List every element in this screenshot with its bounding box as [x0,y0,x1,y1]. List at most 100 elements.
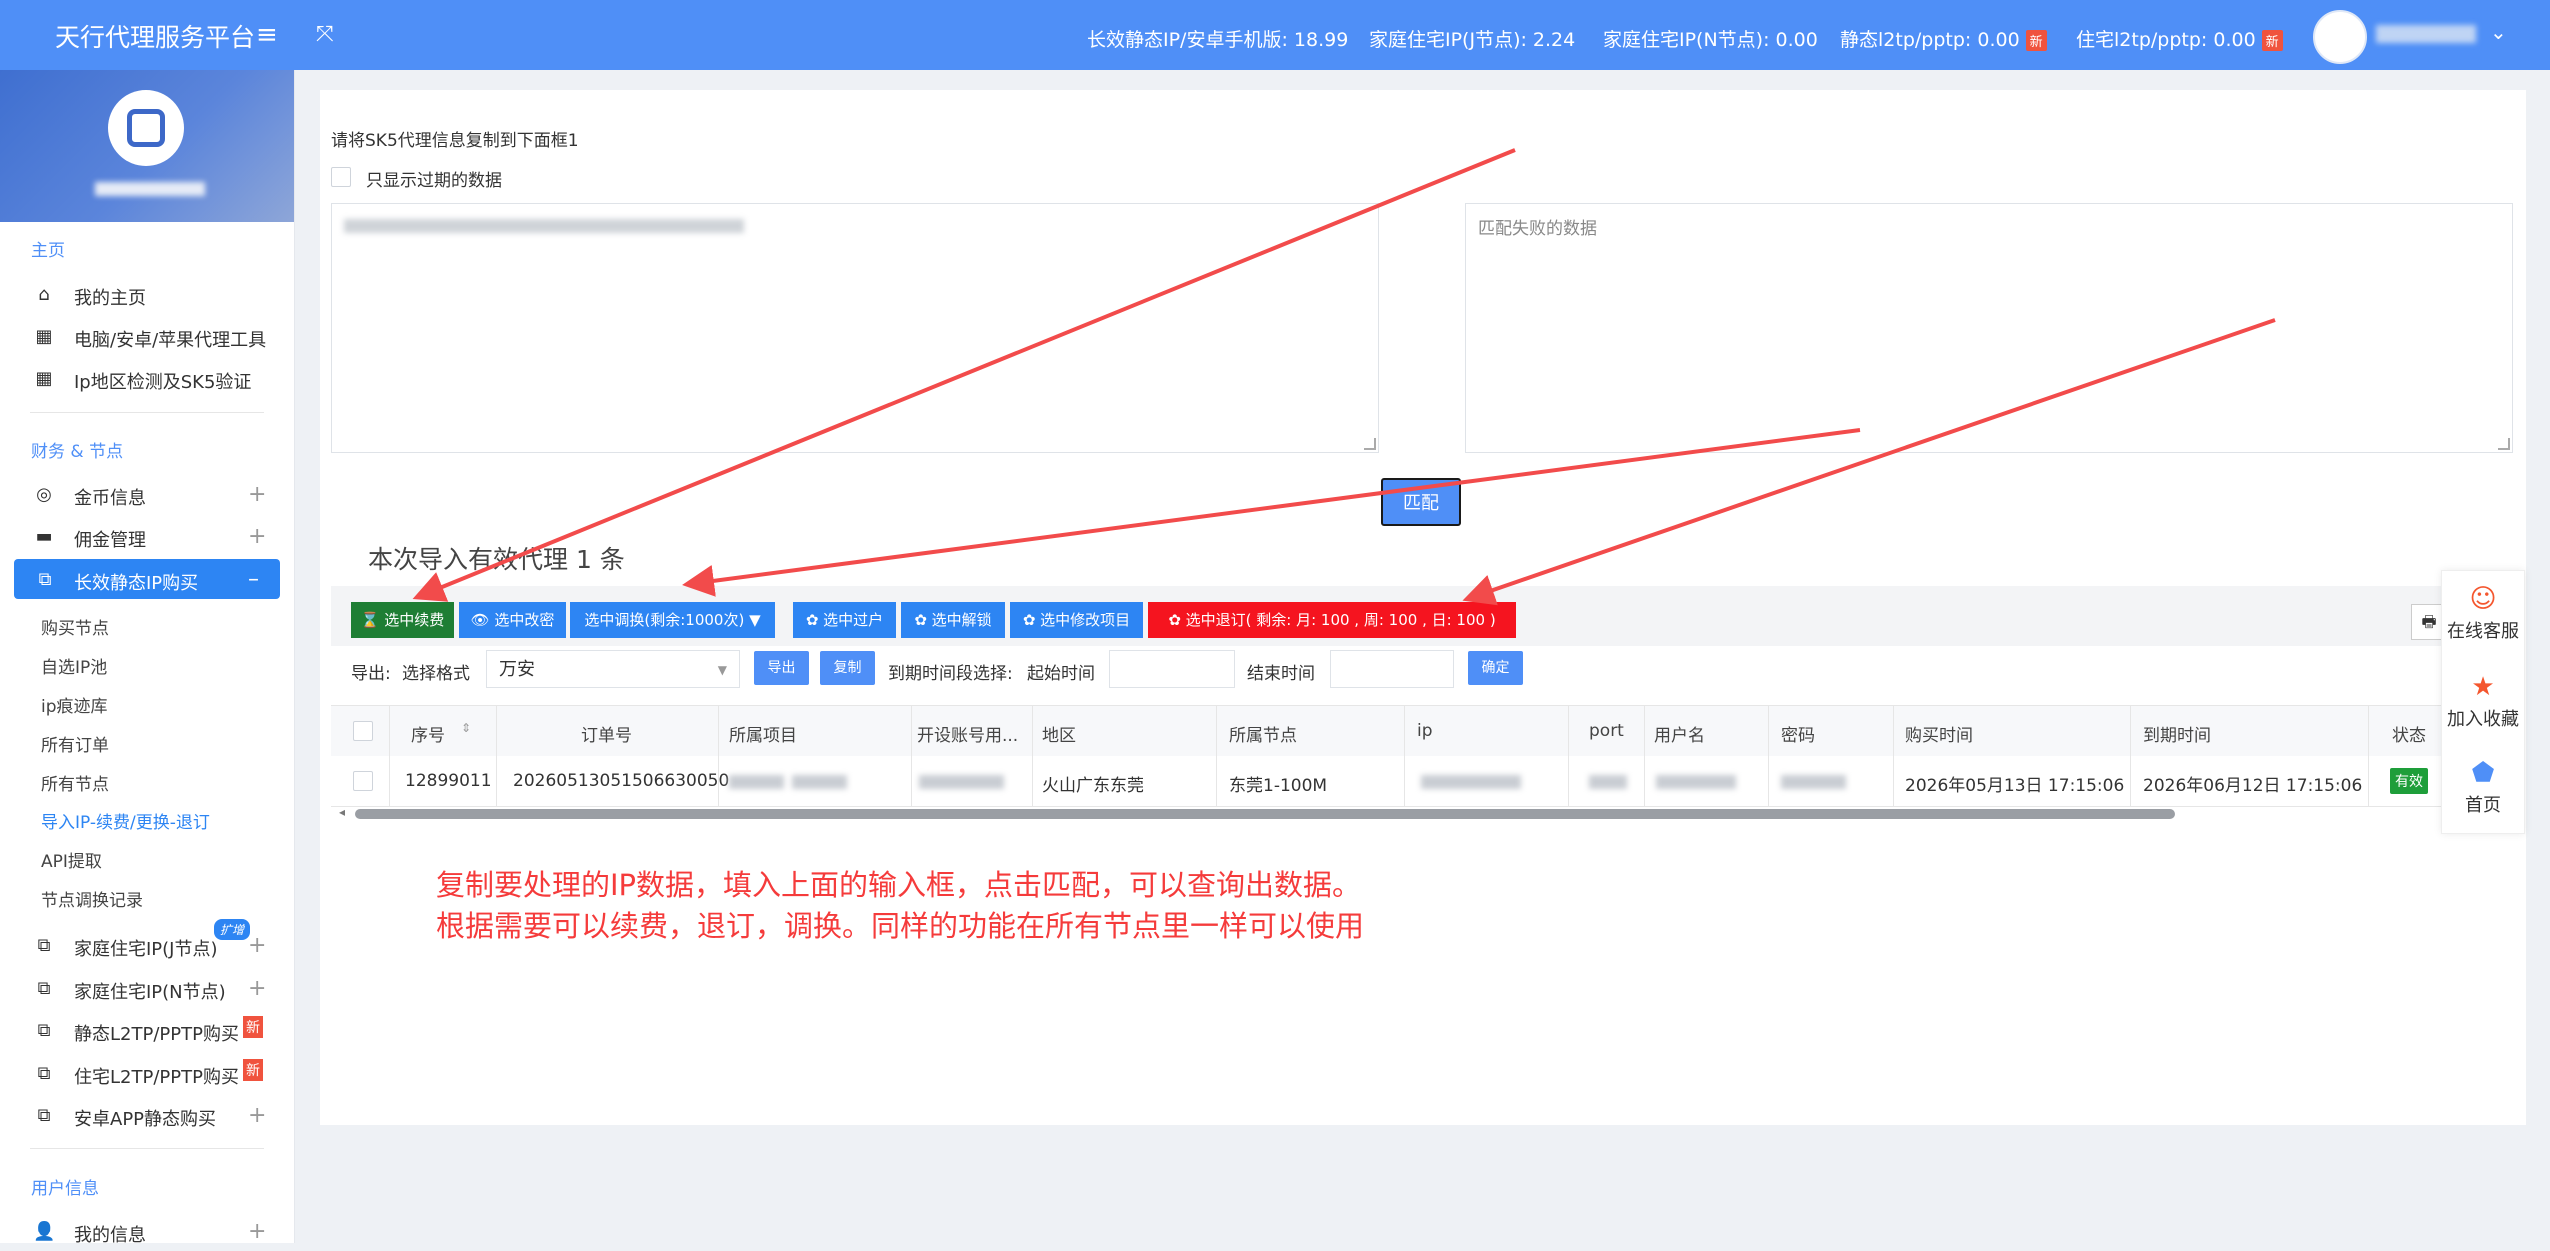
sidebar-sub-nodes[interactable]: 所有节点 [41,770,109,795]
unlock-button[interactable]: ✿ 选中解锁 [901,602,1005,638]
annotation-line-2: 根据需要可以续费，退订，调换。同样的功能在所有节点里一样可以使用 [436,909,1365,943]
copy-button[interactable]: 复制 [820,651,875,685]
cell-id: 12899011 [405,771,492,791]
cell-account [919,775,1004,789]
sidebar-item-ip-check[interactable]: ▦ Ip地区检测及SK5验证 [0,358,294,398]
online-support-button[interactable]: ☺ 在线客服 [2442,585,2524,643]
sidebar-item-coins[interactable]: ◎ 金币信息 + [0,474,294,514]
support-icon: ☺ [2469,584,2497,614]
col-order: 订单号 [581,726,632,746]
section-finance: 财务 & 节点 [31,442,124,462]
expand-icon[interactable]: + [248,1219,266,1244]
match-button[interactable]: 匹配 [1381,478,1461,526]
add-favorite-button[interactable]: ★ 加入收藏 [2442,673,2524,731]
cell-node: 东莞1-100M [1229,776,1328,796]
sidebar-item-home-l2tp[interactable]: ⧉ 住宅L2TP/PPTP购买 新 [0,1053,294,1093]
sidebar-sub-import-ip[interactable]: 导入IP-续费/更换-退订 [41,808,210,833]
sort-icon[interactable]: ⇕ [461,721,471,735]
input-content [344,219,744,233]
sidebar-item-static-ip[interactable]: ⧉ 长效静态IP购买 – [14,559,280,599]
grid-icon: ▦ [35,326,53,347]
horizontal-scrollbar[interactable]: ◂ [339,805,2509,820]
sidebar-item-home-j[interactable]: ⧉ 家庭住宅IP(J节点) 扩增 + [0,919,294,965]
section-home: 主页 [31,241,65,261]
chevron-down-icon[interactable]: ⌄ [2490,20,2507,44]
expand-icon[interactable]: + [248,933,266,958]
end-time-input[interactable] [1330,650,1454,688]
sidebar-sub-api[interactable]: API提取 [41,847,102,872]
resize-handle[interactable] [1364,438,1376,450]
cell-buy-time: 2026年05月13日 17:15:06 [1905,776,2125,796]
export-button[interactable]: 导出 [754,651,809,685]
valid-count-title: 本次导入有效代理 1 条 [368,545,625,574]
sidebar-sub-buy-node[interactable]: 购买节点 [41,614,109,639]
floating-panel: ☺ 在线客服 ★ 加入收藏 ⬟ 首页 [2441,570,2525,834]
change-password-button[interactable]: 👁 选中改密 [459,602,566,638]
sk5-input[interactable] [331,203,1379,453]
card-icon: ▬ [35,526,53,547]
expand-icon[interactable]: + [248,1103,266,1128]
refund-button[interactable]: ✿ 选中退订( 剩余: 月: 100 , 周: 100 , 日: 100 ) [1148,602,1516,638]
sidebar-sub-swap-log[interactable]: 节点调换记录 [41,886,143,911]
homepage-button[interactable]: ⬟ 首页 [2442,759,2524,817]
renew-button[interactable]: ⌛ 选中续费 [351,602,454,638]
fullscreen-icon[interactable]: ⤧ [316,22,334,47]
col-account: 开设账号用... [917,726,1019,746]
export-label: 导出: [351,664,391,684]
top-bar: 天行代理服务平台 ≡ ⤧ 长效静态IP/安卓手机版: 18.99 家庭住宅IP(… [0,0,2550,70]
col-password: 密码 [1781,726,1815,746]
collapse-icon[interactable]: – [248,567,259,592]
sidebar-item-tools[interactable]: ▦ 电脑/安卓/苹果代理工具 [0,316,294,356]
sidebar: 主页 ⌂ 我的主页 ▦ 电脑/安卓/苹果代理工具 ▦ Ip地区检测及SK5验证 … [0,70,295,1246]
expand-icon[interactable]: + [248,976,266,1001]
format-select[interactable]: 万安 ▼ [486,650,740,688]
transfer-button[interactable]: ✿ 选中过户 [793,602,896,638]
col-status: 状态 [2392,726,2426,746]
nodes-icon: ⧉ [37,1063,51,1084]
confirm-button[interactable]: 确定 [1468,651,1523,685]
home-icon: ⬟ [2471,758,2495,788]
only-expired-checkbox[interactable] [331,167,351,187]
edit-project-button[interactable]: ✿ 选中修改项目 [1010,602,1143,638]
col-ip: ip [1417,721,1433,741]
sidebar-sub-ip-pool[interactable]: 自选IP池 [41,653,107,678]
sidebar-item-android[interactable]: ⧉ 安卓APP静态购买 + [0,1095,294,1135]
row-checkbox[interactable] [353,771,373,791]
sidebar-item-my-info[interactable]: 👤 我的信息 + [0,1211,294,1251]
end-time-label: 结束时间 [1247,664,1315,684]
failed-data-field[interactable]: 匹配失败的数据 [1465,203,2513,453]
select-all-checkbox[interactable] [353,721,373,741]
sidebar-item-home-n[interactable]: ⧉ 家庭住宅IP(N节点) + [0,968,294,1008]
col-id[interactable]: 序号 [411,721,445,746]
swap-dropdown-button[interactable]: 选中调换(剩余:1000次) ▼ [570,602,775,638]
col-region: 地区 [1042,726,1076,746]
new-badge: 新 [243,1016,263,1038]
sidebar-item-static-l2tp[interactable]: ⧉ 静态L2TP/PPTP购买 新 [0,1010,294,1050]
scrollbar-thumb[interactable] [355,809,2175,819]
stat-home-n: 家庭住宅IP(N节点): 0.00 [1603,29,1818,51]
cell-username [1656,775,1736,789]
sidebar-item-commission[interactable]: ▬ 佣金管理 + [0,516,294,556]
start-time-label: 起始时间 [1027,664,1095,684]
cell-port [1589,775,1627,789]
only-expired-label: 只显示过期的数据 [366,171,502,191]
start-time-input[interactable] [1109,650,1235,688]
resize-handle[interactable] [2498,438,2510,450]
table-header: 序号 ⇕ 订单号 所属项目 开设账号用... 地区 所属节点 ip port 用… [331,705,2521,757]
grid-icon: ▦ [35,368,53,389]
sidebar-sub-orders[interactable]: 所有订单 [41,731,109,756]
col-port: port [1589,721,1624,741]
expand-icon[interactable]: + [248,524,266,549]
scroll-left-icon[interactable]: ◂ [339,805,345,819]
table-row[interactable]: 12899011 20260513051506630050 火山广东东莞 东莞1… [331,756,2521,807]
expand-icon[interactable]: + [248,482,266,507]
divider [30,412,264,413]
avatar[interactable] [2313,10,2367,64]
cell-project [729,775,784,789]
hamburger-icon[interactable]: ≡ [256,20,278,50]
sidebar-sub-ip-trace[interactable]: ip痕迹库 [41,692,108,717]
sidebar-item-home[interactable]: ⌂ 我的主页 [0,274,294,314]
stat-static-ip: 长效静态IP/安卓手机版: 18.99 [1087,29,1349,51]
user-name[interactable] [2376,25,2476,43]
sidebar-profile [0,70,294,222]
